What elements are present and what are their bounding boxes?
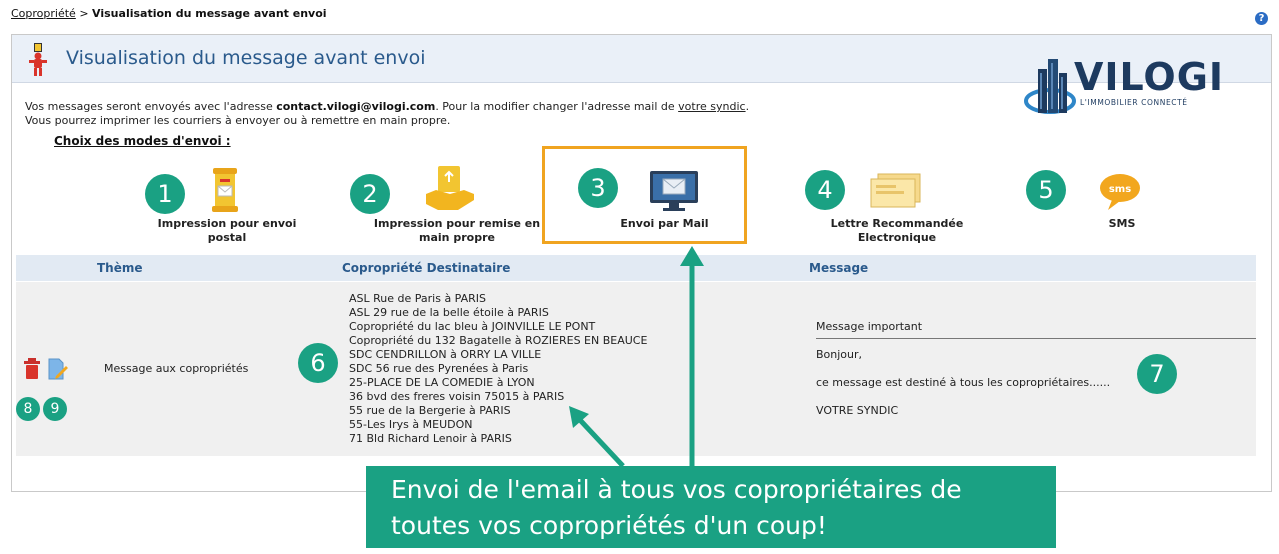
- table-row: 8 9 Message aux copropriétés 6 ASL Rue d…: [16, 282, 1256, 456]
- message-subject: Message important: [816, 320, 923, 333]
- edit-icon[interactable]: [48, 358, 68, 380]
- callout-line-2: toutes vos copropriétés d'un coup!: [391, 511, 827, 540]
- recipient-item: 36 bvd des freres voisin 75015 à PARIS: [349, 390, 565, 403]
- annotation-number-8: 8: [16, 397, 40, 421]
- breadcrumb-link-copropriete[interactable]: Copropriété: [11, 7, 76, 20]
- info-line-2: Vous pourrez imprimer les courriers à en…: [25, 114, 451, 127]
- recipient-item: 55-Les Irys à MEUDON: [349, 418, 473, 431]
- annotation-number-9: 9: [43, 397, 67, 421]
- recipient-item: SDC CENDRILLON à ORRY LA VILLE: [349, 348, 542, 361]
- header-message: Message: [809, 261, 869, 275]
- callout-line-1: Envoi de l'email à tous vos copropriétai…: [391, 475, 962, 504]
- svg-text:sms: sms: [1109, 184, 1131, 195]
- mode-registered-letter[interactable]: Lettre Recommandée Electronique: [812, 217, 982, 245]
- info-end: .: [745, 100, 750, 113]
- email-monitor-icon[interactable]: [649, 170, 699, 214]
- recipient-item: 55 rue de la Bergerie à PARIS: [349, 404, 511, 417]
- logo-wordmark: VILOGI: [1074, 55, 1225, 99]
- vilogi-logo: VILOGI L'IMMOBILIER CONNECTÉ: [1024, 55, 1223, 121]
- hand-delivery-icon[interactable]: [424, 164, 476, 214]
- recipient-item: Copropriété du lac bleu à JOINVILLE LE P…: [349, 320, 596, 333]
- recipient-item: Copropriété du 132 Bagatelle à ROZIERES …: [349, 334, 648, 347]
- mode-label-line2: main propre: [419, 231, 495, 244]
- page-title: Visualisation du message avant envoi: [66, 47, 426, 69]
- logo-tagline: L'IMMOBILIER CONNECTÉ: [1080, 98, 1188, 107]
- mode-postal-print[interactable]: Impression pour envoi postal: [142, 217, 312, 245]
- breadcrumb-separator: >: [79, 7, 89, 20]
- recipient-item: ASL 29 rue de la belle étoile à PARIS: [349, 306, 549, 319]
- mode-email[interactable]: Envoi par Mail: [592, 217, 737, 231]
- recipient-item: 71 Bld Richard Lenoir à PARIS: [349, 432, 512, 445]
- recipient-item: SDC 56 rue des Pyrenées à Paris: [349, 362, 529, 375]
- modes-title: Choix des modes d'envoi :: [54, 134, 231, 148]
- sender-email: contact.vilogi@vilogi.com: [276, 100, 436, 113]
- theme-cell: Message aux copropriétés: [104, 362, 249, 375]
- annotation-number-1: 1: [145, 174, 185, 214]
- mode-label-line2: postal: [207, 231, 247, 244]
- message-divider: [816, 338, 1256, 339]
- annotation-number-5: 5: [1026, 170, 1066, 210]
- recipient-item: ASL Rue de Paris à PARIS: [349, 292, 487, 305]
- annotation-number-7: 7: [1137, 354, 1177, 394]
- header-theme: Thème: [97, 261, 143, 275]
- registered-letter-icon[interactable]: [870, 173, 922, 209]
- preview-panel: Visualisation du message avant envoi VIL…: [11, 34, 1272, 492]
- info-suffix: . Pour la modifier changer l'adresse mai…: [435, 100, 679, 113]
- annotation-number-6: 6: [298, 343, 338, 383]
- mode-label-line1: SMS: [1108, 217, 1136, 230]
- message-line: VOTRE SYNDIC: [816, 404, 899, 417]
- header-copropriete: Copropriété Destinataire: [342, 261, 511, 275]
- mode-label-line1: Impression pour envoi: [157, 217, 297, 230]
- help-icon[interactable]: ?: [1255, 12, 1268, 25]
- mailbox-icon[interactable]: [210, 168, 240, 214]
- message-line: ce message est destiné à tous les coprop…: [816, 376, 1111, 389]
- annotation-number-3: 3: [578, 168, 618, 208]
- info-text: Vos messages seront envoyés avec l'adres…: [25, 100, 749, 128]
- mode-label-line2: Electronique: [857, 231, 937, 244]
- mode-sms[interactable]: SMS: [1062, 217, 1182, 231]
- mailman-icon: [29, 43, 47, 76]
- table-header: Thème Copropriété Destinataire Message: [16, 255, 1256, 281]
- message-line: Bonjour,: [816, 348, 863, 361]
- syndic-link[interactable]: votre syndic: [678, 100, 745, 113]
- mode-label-line1: Lettre Recommandée: [830, 217, 964, 230]
- trash-icon[interactable]: [23, 358, 41, 380]
- mode-hand-delivery-print[interactable]: Impression pour remise en main propre: [357, 217, 557, 245]
- mode-label-line1: Envoi par Mail: [620, 217, 709, 230]
- sms-bubble-icon[interactable]: sms: [1098, 172, 1142, 212]
- annotation-number-4: 4: [805, 170, 845, 210]
- recipient-list: ASL Rue de Paris à PARIS ASL 29 rue de l…: [349, 292, 647, 446]
- logo-buildings-icon: [1024, 59, 1076, 114]
- annotation-number-2: 2: [350, 174, 390, 214]
- breadcrumb-current: Visualisation du message avant envoi: [92, 7, 327, 20]
- breadcrumb: Copropriété > Visualisation du message a…: [11, 7, 327, 20]
- recipient-item: 25-PLACE DE LA COMEDIE à LYON: [349, 376, 535, 389]
- mode-label-line1: Impression pour remise en: [373, 217, 541, 230]
- annotation-callout: Envoi de l'email à tous vos copropriétai…: [366, 466, 1056, 548]
- info-prefix: Vos messages seront envoyés avec l'adres…: [25, 100, 277, 113]
- info-line-1: Vos messages seront envoyés avec l'adres…: [25, 100, 749, 114]
